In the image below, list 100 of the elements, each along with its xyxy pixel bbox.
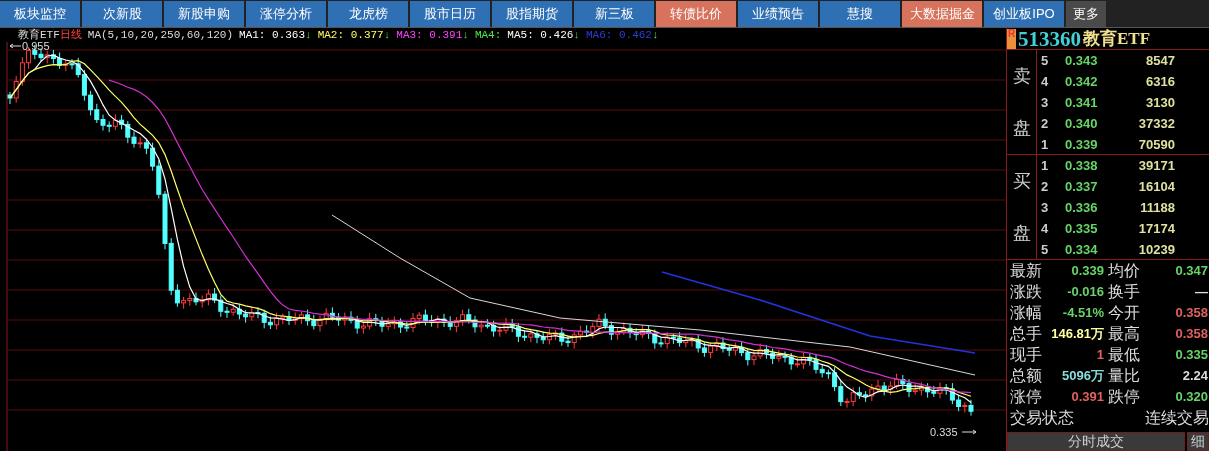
- stat-value: 0.339: [1070, 262, 1105, 280]
- order-volume: 8547: [1145, 52, 1175, 70]
- stat-label: 均价: [1108, 261, 1138, 281]
- ma-indicator: MA3: 0.391: [396, 28, 463, 42]
- r-badge: R: [1007, 28, 1016, 49]
- stat-label: 涨停: [1010, 387, 1040, 407]
- side-label: 盘: [1012, 116, 1031, 140]
- period-label: 日线: [59, 28, 82, 42]
- status-value: 连续交易: [1145, 408, 1209, 428]
- stat-value: 0.391: [1070, 388, 1105, 406]
- side-label: 买: [1012, 169, 1031, 193]
- nav-tab[interactable]: 次新股: [82, 1, 162, 27]
- stat-label: 总额: [1010, 366, 1040, 386]
- nav-tab[interactable]: 新股申购: [164, 1, 244, 27]
- order-price: 0.338: [1065, 157, 1099, 175]
- nav-tab[interactable]: 转债比价: [656, 1, 736, 27]
- down-arrow-icon: ↓: [383, 28, 391, 42]
- order-price: 0.336: [1065, 199, 1099, 217]
- stat-value: 5096万: [1061, 367, 1105, 385]
- stat-label: 最低: [1108, 345, 1138, 365]
- order-price: 0.335: [1065, 220, 1099, 238]
- high-price-marker: 0.955: [22, 42, 50, 52]
- stat-label: 涨跌: [1010, 282, 1040, 302]
- stat-value: 2.24: [1181, 367, 1208, 385]
- level-number: 4: [1040, 220, 1050, 238]
- stat-label: 今开: [1108, 303, 1138, 323]
- nav-tab[interactable]: 业绩预告: [738, 1, 818, 27]
- order-volume: 3130: [1145, 94, 1175, 112]
- leader-line: [961, 429, 977, 435]
- level-number: 3: [1040, 199, 1050, 217]
- order-price: 0.341: [1065, 94, 1099, 112]
- level-number: 4: [1040, 73, 1050, 91]
- order-volume: 16104: [1137, 178, 1175, 196]
- nav-tab[interactable]: 股指期货: [492, 1, 572, 27]
- level-number: 3: [1040, 94, 1050, 112]
- nav-tab[interactable]: 大数据掘金: [902, 1, 982, 27]
- nav-tab[interactable]: 涨停分析: [246, 1, 326, 27]
- nav-tab[interactable]: 创业板IPO: [984, 1, 1064, 27]
- order-price: 0.339: [1065, 136, 1099, 154]
- side-label: 卖: [1012, 64, 1031, 88]
- ma-indicator: MA5: 0.426: [507, 28, 574, 42]
- order-volume: 10239: [1137, 241, 1175, 259]
- stat-value: -4.51%: [1061, 304, 1105, 322]
- panel-button[interactable]: 分时成交: [1007, 432, 1185, 451]
- stat-label: 最新: [1010, 261, 1040, 281]
- level-number: 5: [1040, 52, 1050, 70]
- stat-label: 涨幅: [1010, 303, 1040, 323]
- stat-value: 0.358: [1174, 325, 1208, 343]
- ma-indicator: MA1: 0.363: [239, 28, 306, 42]
- stock-name: 教育ETF: [1083, 27, 1151, 50]
- ma-indicator: MA6: 0.462: [585, 28, 652, 42]
- order-price: 0.343: [1065, 52, 1099, 70]
- level-number: 2: [1040, 178, 1050, 196]
- stat-value: —: [1194, 283, 1208, 301]
- stat-value: -0.016: [1066, 283, 1105, 301]
- stat-value: 1: [1095, 346, 1105, 364]
- stat-label: 量比: [1108, 366, 1138, 386]
- side-label: 盘: [1012, 221, 1031, 245]
- stat-label: 总手: [1010, 324, 1040, 344]
- order-volume: 70590: [1137, 136, 1175, 154]
- down-arrow-icon: ↓: [573, 28, 580, 42]
- nav-tab[interactable]: 更多: [1066, 1, 1106, 27]
- order-price: 0.334: [1065, 241, 1099, 259]
- stat-value: 0.358: [1174, 304, 1208, 322]
- nav-tab[interactable]: 股市日历: [410, 1, 490, 27]
- stock-code: 513360: [1018, 27, 1081, 50]
- level-number: 2: [1040, 115, 1050, 133]
- order-price: 0.337: [1065, 178, 1099, 196]
- order-volume: 17174: [1137, 220, 1175, 238]
- panel-button[interactable]: 细: [1187, 432, 1209, 451]
- stat-label: 跌停: [1108, 387, 1138, 407]
- down-arrow-icon: ↓: [462, 28, 469, 42]
- order-price: 0.342: [1065, 73, 1099, 91]
- level-number: 5: [1040, 241, 1050, 259]
- level-number: 1: [1040, 157, 1050, 175]
- ma-indicator: MA2: 0.377: [317, 28, 384, 42]
- nav-tab[interactable]: 板块监控: [0, 1, 80, 27]
- nav-tab[interactable]: 龙虎榜: [328, 1, 408, 27]
- order-volume: 37332: [1137, 115, 1175, 133]
- order-volume: 6316: [1145, 73, 1175, 91]
- nav-tab[interactable]: 新三板: [574, 1, 654, 27]
- stat-value: 0.347: [1174, 262, 1208, 280]
- order-volume: 39171: [1137, 157, 1175, 175]
- stat-label: 换手: [1108, 282, 1138, 302]
- stat-value: 146.81万: [1050, 325, 1105, 343]
- down-arrow-icon: ↓: [305, 28, 312, 42]
- down-arrow-icon: ↓: [651, 28, 659, 42]
- leader-line: [9, 43, 22, 49]
- nav-tab[interactable]: 慧搜: [820, 1, 900, 27]
- chart-title: 教育ETF: [18, 28, 60, 42]
- order-volume: 11188: [1139, 199, 1175, 217]
- ma-indicator: MA4:: [474, 28, 502, 42]
- stat-value: 0.320: [1174, 388, 1208, 406]
- ma-label: MA(5,10,20,250,60,120): [87, 28, 234, 42]
- level-number: 1: [1040, 136, 1050, 154]
- stat-label: 交易状态: [1010, 408, 1074, 428]
- low-price-marker: 0.335: [930, 426, 958, 438]
- stat-label: 最高: [1108, 324, 1138, 344]
- stat-value: 0.335: [1174, 346, 1208, 364]
- order-price: 0.340: [1065, 115, 1099, 133]
